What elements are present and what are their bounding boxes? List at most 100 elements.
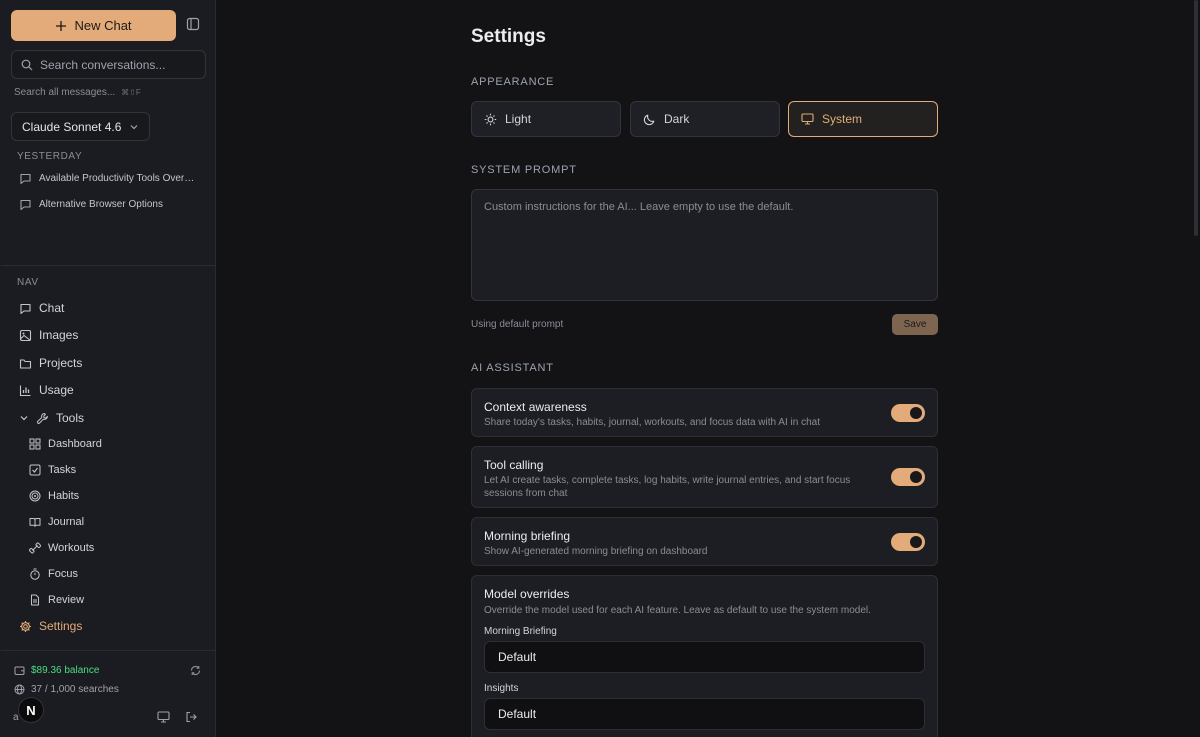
nav-item-focus[interactable]: Focus <box>29 563 209 585</box>
insights-model-select[interactable]: Default <box>484 698 925 730</box>
nav-item-tasks[interactable]: Tasks <box>29 459 209 481</box>
theme-dark-button[interactable]: Dark <box>630 101 780 137</box>
nav-item-settings[interactable]: Settings <box>19 615 199 637</box>
search-all-label: Search all messages... <box>14 87 116 98</box>
setting-description: Let AI create tasks, complete tasks, log… <box>484 475 851 499</box>
save-label: Save <box>903 319 927 330</box>
nav-item-images[interactable]: Images <box>19 324 199 346</box>
select-value: Default <box>498 650 537 664</box>
theme-system-button[interactable]: System <box>788 101 938 137</box>
model-selector[interactable]: Claude Sonnet 4.6 <box>11 112 151 141</box>
nav-label: Tasks <box>48 464 77 476</box>
folder-icon <box>19 358 32 369</box>
nav-label: Usage <box>39 383 74 397</box>
setting-description: Override the model used for each AI feat… <box>484 605 871 616</box>
chevron-down-icon <box>20 416 28 421</box>
setting-title: Model overrides <box>484 587 570 601</box>
settings-page: Settings APPEARANCE Light Dark System SY… <box>216 0 1200 737</box>
wallet-icon <box>14 666 25 675</box>
refresh-balance-button[interactable] <box>190 665 201 676</box>
sidebar-toggle-button[interactable] <box>186 17 202 33</box>
search-conversations[interactable] <box>11 50 206 79</box>
logout-button[interactable] <box>185 711 197 723</box>
select-value: Default <box>498 707 537 721</box>
nav-label: Projects <box>39 356 83 370</box>
theme-label: Light <box>505 112 532 126</box>
nav-item-review[interactable]: Review <box>29 589 209 611</box>
searches-row: 37 / 1,000 searches <box>14 682 119 696</box>
message-icon <box>20 199 31 210</box>
tool-calling-toggle[interactable] <box>891 468 925 486</box>
nav-item-projects[interactable]: Projects <box>19 352 199 374</box>
theme-label: System <box>822 112 863 126</box>
nav-item-journal[interactable]: Journal <box>29 511 209 533</box>
context-awareness-toggle[interactable] <box>891 404 925 422</box>
nav-item-habits[interactable]: Habits <box>29 485 209 507</box>
moon-icon <box>643 114 655 125</box>
checkbox-icon <box>29 464 41 476</box>
page-title: Settings <box>471 26 546 47</box>
nav-label: Habits <box>48 490 80 502</box>
context-awareness-card: Context awareness Share today's tasks, h… <box>471 388 938 437</box>
setting-description: Show AI-generated morning briefing on da… <box>484 546 708 557</box>
nav-label: Dashboard <box>48 438 102 450</box>
message-icon <box>20 303 31 314</box>
wrench-icon <box>36 412 48 424</box>
system-prompt-textarea[interactable] <box>471 189 938 301</box>
display-settings-button[interactable] <box>157 711 170 723</box>
book-open-icon <box>29 518 41 527</box>
nav-item-workouts[interactable]: Workouts <box>29 537 209 559</box>
setting-description: Share today's tasks, habits, journal, wo… <box>484 417 820 428</box>
nav-label: Focus <box>48 568 78 580</box>
nav-label: Workouts <box>48 542 95 554</box>
theme-label: Dark <box>664 112 690 126</box>
nav-item-tools[interactable]: Tools <box>19 407 199 429</box>
nav-label: Tools <box>56 411 85 425</box>
conversation-item[interactable]: Alternative Browser Options <box>19 194 204 214</box>
setting-title: Morning briefing <box>484 529 571 543</box>
insights-model-label: Insights <box>484 683 519 694</box>
search-all-messages-link[interactable]: Search all messages... ⌘⇧F <box>14 87 141 98</box>
morning-briefing-model-select[interactable]: Default <box>484 641 925 673</box>
avatar-letter: N <box>26 702 36 718</box>
morning-briefing-toggle[interactable] <box>891 533 925 551</box>
nav-item-dashboard[interactable]: Dashboard <box>29 433 209 455</box>
conversation-title: Available Productivity Tools Overview <box>39 172 199 184</box>
save-prompt-button[interactable]: Save <box>892 314 938 335</box>
scrollbar[interactable] <box>1194 0 1198 236</box>
model-label: Claude Sonnet 4.6 <box>22 119 122 134</box>
sidebar-panel-icon <box>186 17 200 31</box>
chevron-down-icon <box>130 124 138 129</box>
document-icon <box>31 594 39 606</box>
globe-icon <box>14 684 25 694</box>
sidebar: New Chat Search all messages... ⌘⇧F Clau… <box>0 0 216 737</box>
search-all-shortcut: ⌘⇧F <box>121 88 141 97</box>
morning-briefing-model-label: Morning Briefing <box>484 626 557 637</box>
logout-icon <box>186 711 197 723</box>
nav-label: Journal <box>48 516 85 528</box>
nav-item-usage[interactable]: Usage <box>19 379 199 401</box>
system-prompt-heading: SYSTEM PROMPT <box>471 164 577 176</box>
searches-count: 37 / 1,000 searches <box>31 683 119 695</box>
nav-label: Settings <box>39 619 83 633</box>
theme-light-button[interactable]: Light <box>471 101 621 137</box>
monitor-icon <box>801 113 814 125</box>
dumbbell-icon <box>29 542 41 554</box>
avatar[interactable]: N <box>18 697 44 723</box>
prompt-status-text: Using default prompt <box>471 319 564 330</box>
timer-icon <box>30 568 40 580</box>
conversation-item[interactable]: Available Productivity Tools Overview <box>19 168 204 188</box>
search-input[interactable] <box>40 57 200 72</box>
bar-chart-icon <box>19 385 31 396</box>
gear-icon <box>20 620 31 632</box>
morning-briefing-card: Morning briefing Show AI-generated morni… <box>471 517 938 566</box>
model-overrides-card: Model overrides Override the model used … <box>471 575 938 737</box>
nav-label: Review <box>48 594 85 606</box>
image-icon <box>19 329 32 341</box>
refresh-icon <box>190 665 201 676</box>
new-chat-label: New Chat <box>74 18 132 33</box>
nav-label: Images <box>39 328 79 342</box>
nav-item-chat[interactable]: Chat <box>19 297 199 319</box>
sidebar-divider <box>1 650 215 651</box>
new-chat-button[interactable]: New Chat <box>11 10 176 41</box>
